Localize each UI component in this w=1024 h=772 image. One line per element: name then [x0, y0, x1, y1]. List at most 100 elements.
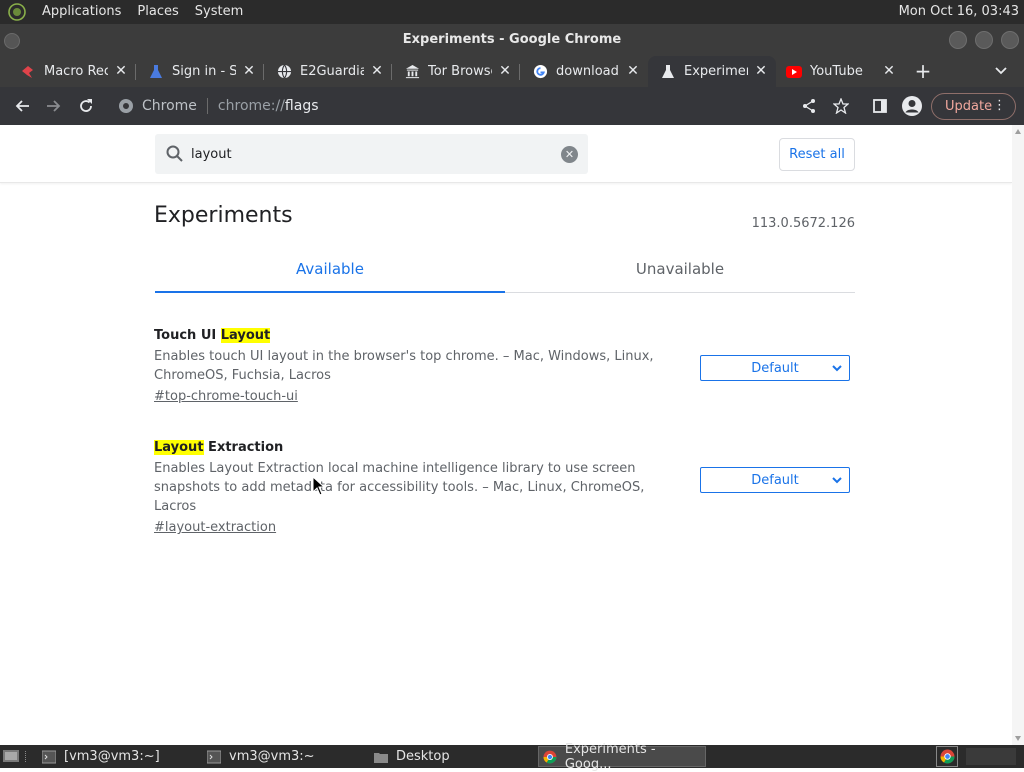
page-scrollbar[interactable] — [1012, 125, 1024, 745]
reload-icon[interactable] — [75, 95, 97, 117]
menu-system[interactable]: System — [187, 0, 251, 24]
menu-applications[interactable]: Applications — [34, 0, 129, 24]
menu-places[interactable]: Places — [129, 0, 186, 24]
experiment-state-select[interactable]: Default — [700, 355, 850, 381]
chevron-down-icon — [832, 477, 842, 484]
url-path: flags — [284, 98, 319, 114]
share-icon[interactable] — [798, 95, 820, 117]
close-tab-icon[interactable]: ✕ — [242, 64, 256, 78]
taskbar-label: [vm3@vm3:~] — [64, 749, 160, 764]
experiment-state-select[interactable]: Default — [700, 467, 850, 493]
chrome-icon — [543, 750, 557, 763]
flask-icon — [660, 64, 676, 80]
tab-label: Macro Recorder — [44, 64, 108, 79]
tab-experiments[interactable]: Experiments ✕ — [648, 56, 776, 87]
taskbar-item-terminal-2[interactable]: vm3@vm3:~ — [203, 746, 363, 767]
workspace-switcher[interactable] — [966, 748, 1016, 765]
taskbar-item-terminal-1[interactable]: [vm3@vm3:~] — [38, 746, 196, 767]
experiment-name: Touch UI Layout — [154, 326, 854, 346]
show-desktop-icon[interactable] — [3, 749, 19, 767]
tab-macro-recorder[interactable]: Macro Recorder ✕ — [0, 56, 136, 87]
experiment-touch-ui-layout: Touch UI Layout Enables touch UI layout … — [154, 326, 854, 406]
search-highlight: Layout — [220, 328, 271, 343]
search-icon — [166, 145, 183, 162]
select-value: Default — [751, 472, 799, 488]
taskbar-label: vm3@vm3:~ — [229, 749, 315, 764]
search-input[interactable] — [191, 146, 541, 162]
flags-search-box[interactable]: ✕ — [155, 134, 588, 174]
flags-page: ✕ Reset all Experiments 113.0.5672.126 A… — [0, 125, 1012, 745]
youtube-icon — [786, 64, 802, 80]
reset-all-button[interactable]: Reset all — [779, 138, 855, 171]
menu-kebab-icon[interactable]: ⋮ — [993, 97, 1006, 115]
experiment-permalink[interactable]: #layout-extraction — [154, 519, 854, 537]
update-button[interactable]: Update ⋮ — [931, 93, 1016, 120]
close-window-button[interactable] — [1001, 31, 1019, 49]
bookmark-star-icon[interactable] — [830, 95, 852, 117]
minimize-button[interactable] — [949, 31, 967, 49]
tab-youtube[interactable]: YouTube ✕ — [776, 56, 904, 87]
close-tab-icon[interactable]: ✕ — [114, 64, 128, 78]
terminal-icon — [42, 750, 56, 763]
experiment-description: Enables touch UI layout in the browser's… — [154, 349, 654, 383]
tab-label: E2Guardian — [300, 64, 364, 79]
browser-toolbar: Chrome chrome://flags Update ⋮ — [0, 87, 1024, 125]
tab-unavailable[interactable]: Unavailable — [505, 251, 855, 293]
tab-label: Sign in - Se — [172, 64, 236, 79]
new-tab-button[interactable]: + — [912, 60, 934, 82]
close-tab-icon[interactable]: ✕ — [754, 64, 768, 78]
globe-icon — [276, 64, 292, 80]
distro-logo-icon[interactable] — [6, 1, 28, 23]
update-label: Update — [945, 99, 993, 114]
taskbar-item-chrome[interactable]: Experiments - Goog... — [538, 742, 706, 772]
clock[interactable]: Mon Oct 16, 03:43 — [899, 0, 1019, 24]
terminal-icon — [207, 750, 221, 763]
close-tab-icon[interactable]: ✕ — [498, 64, 512, 78]
close-tab-icon[interactable]: ✕ — [370, 64, 384, 78]
chrome-site-icon[interactable] — [118, 98, 134, 118]
clear-search-icon[interactable]: ✕ — [561, 146, 578, 163]
tab-label: download — [556, 64, 619, 79]
experiment-permalink[interactable]: #top-chrome-touch-ui — [154, 388, 854, 406]
omnibox[interactable]: Chrome chrome://flags — [112, 91, 792, 121]
workspace-chrome-icon[interactable] — [936, 746, 958, 767]
side-panel-icon[interactable] — [869, 95, 891, 117]
chevron-down-icon — [832, 365, 842, 372]
tab-tor-browser[interactable]: Tor Browser ✕ — [384, 56, 520, 87]
tab-search-chevron-icon[interactable] — [992, 62, 1010, 80]
scroll-up-arrow-icon[interactable] — [1015, 129, 1021, 134]
back-arrow-icon[interactable] — [11, 95, 33, 117]
folder-icon — [374, 752, 388, 763]
page-title: Experiments — [154, 203, 293, 228]
google-icon — [532, 64, 548, 80]
macro-recorder-icon — [20, 64, 36, 80]
profile-avatar-icon[interactable] — [901, 95, 923, 117]
tab-available[interactable]: Available — [155, 251, 505, 293]
site-chip-label: Chrome — [142, 98, 197, 114]
name-text: Extraction — [203, 440, 284, 455]
forward-arrow-icon[interactable] — [43, 95, 65, 117]
tab-label: Tor Browser — [428, 64, 492, 79]
maximize-button[interactable] — [975, 31, 993, 49]
window-titlebar: Experiments - Google Chrome — [0, 24, 1024, 56]
mouse-cursor-icon — [312, 476, 326, 496]
search-highlight: Layout — [154, 440, 204, 455]
tab-sign-in[interactable]: Sign in - Se ✕ — [128, 56, 264, 87]
museum-icon — [404, 64, 420, 80]
flags-tabs: Available Unavailable — [155, 251, 855, 293]
flags-header: ✕ Reset all — [0, 125, 1012, 183]
scroll-down-arrow-icon[interactable] — [1015, 736, 1021, 741]
close-tab-icon[interactable]: ✕ — [626, 64, 640, 78]
url-scheme: chrome:// — [217, 98, 285, 114]
tab-e2guardian[interactable]: E2Guardian ✕ — [256, 56, 392, 87]
version-label: 113.0.5672.126 — [751, 216, 855, 231]
tab-label: YouTube — [810, 64, 863, 79]
taskbar-item-desktop[interactable]: Desktop — [370, 746, 530, 767]
taskbar-label: Desktop — [396, 749, 450, 764]
tab-download[interactable]: download ✕ — [512, 56, 648, 87]
taskbar-handle — [25, 751, 27, 762]
name-text: Touch UI — [154, 328, 221, 343]
close-tab-icon[interactable]: ✕ — [882, 64, 896, 78]
experiment-name: Layout Extraction — [154, 438, 854, 458]
omnibox-divider — [206, 98, 208, 114]
